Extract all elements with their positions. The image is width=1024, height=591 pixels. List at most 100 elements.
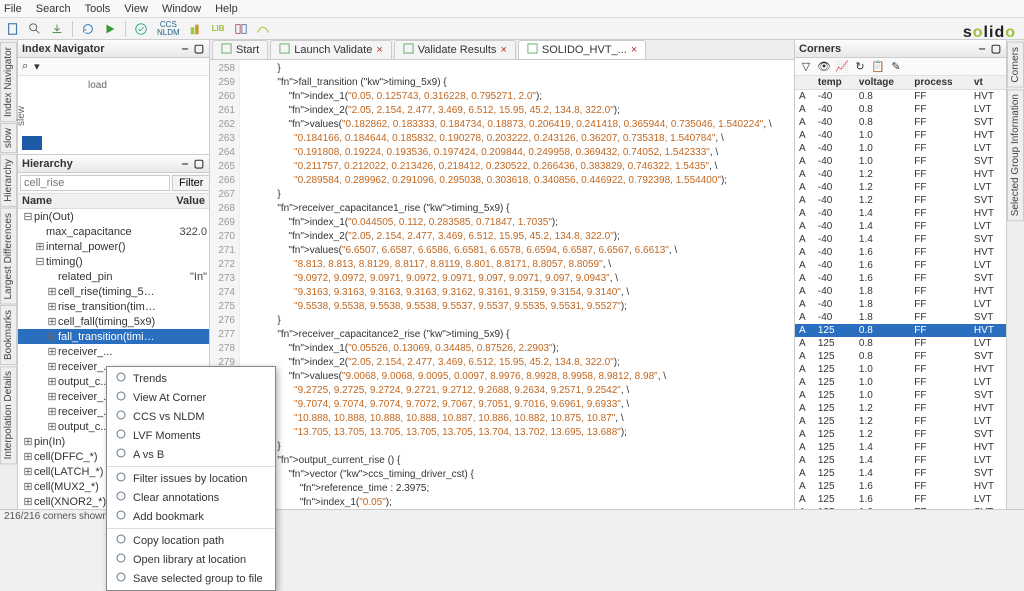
- corner-row[interactable]: A-400.8FFSVT: [795, 116, 1006, 129]
- menu-item-ccs-vs-nldm[interactable]: CCS vs NLDM: [107, 407, 275, 426]
- expand-icon[interactable]: ⊞: [46, 420, 58, 433]
- menu-item-open-library-at-location[interactable]: Open library at location: [107, 550, 275, 569]
- run-validate-icon[interactable]: [132, 20, 150, 38]
- expand-icon[interactable]: ⊞: [46, 360, 58, 373]
- play-icon[interactable]: [101, 20, 119, 38]
- corner-row[interactable]: A1251.4FFLVT: [795, 454, 1006, 467]
- menu-item-trends[interactable]: Trends: [107, 369, 275, 388]
- ccs-nldm-icon[interactable]: CCSNLDM: [154, 20, 183, 38]
- corner-row[interactable]: A-401.6FFSVT: [795, 272, 1006, 285]
- sidetab-largest-differences[interactable]: Largest Differences: [0, 208, 17, 305]
- corner-row[interactable]: A1250.8FFLVT: [795, 337, 1006, 350]
- index-grid[interactable]: load slew: [18, 76, 209, 154]
- corner-row[interactable]: A1251.2FFLVT: [795, 415, 1006, 428]
- zoom-icon[interactable]: ⌕: [22, 60, 28, 73]
- gear-icon[interactable]: ✎: [889, 60, 903, 74]
- corner-row[interactable]: A-401.2FFHVT: [795, 168, 1006, 181]
- corner-row[interactable]: A-401.2FFSVT: [795, 194, 1006, 207]
- close-icon[interactable]: ×: [376, 44, 382, 56]
- minimize-icon[interactable]: ‒: [179, 43, 191, 55]
- expand-icon[interactable]: ⊞: [34, 240, 46, 253]
- menu-item-copy-location-path[interactable]: Copy location path: [107, 531, 275, 550]
- corner-row[interactable]: A1251.6FFHVT: [795, 480, 1006, 493]
- corner-row[interactable]: A-401.8FFHVT: [795, 285, 1006, 298]
- corner-row[interactable]: A1251.0FFHVT: [795, 363, 1006, 376]
- corner-row[interactable]: A1251.2FFHVT: [795, 402, 1006, 415]
- expand-icon[interactable]: ⊞: [46, 285, 58, 298]
- new-icon[interactable]: [4, 20, 22, 38]
- menu-item-a-vs-b[interactable]: A vs B: [107, 445, 275, 464]
- expand-icon[interactable]: ⊞: [46, 330, 58, 343]
- expand-icon[interactable]: ⊞: [46, 315, 58, 328]
- sidetab-corners[interactable]: Corners: [1007, 42, 1024, 88]
- dropdown-icon[interactable]: ▾: [34, 60, 40, 73]
- sidetab-bookmarks[interactable]: Bookmarks: [0, 305, 17, 365]
- expand-icon[interactable]: ⊞: [22, 495, 34, 508]
- col-value[interactable]: Value: [159, 194, 209, 208]
- minimize-icon[interactable]: ‒: [179, 158, 191, 170]
- menu-window[interactable]: Window: [162, 3, 201, 15]
- expand-icon[interactable]: ⊟: [22, 210, 34, 223]
- export-icon[interactable]: [48, 20, 66, 38]
- menu-view[interactable]: View: [124, 3, 148, 15]
- corner-row[interactable]: A1251.2FFSVT: [795, 428, 1006, 441]
- filter-button[interactable]: Filter: [172, 175, 210, 191]
- corner-row[interactable]: A-401.8FFSVT: [795, 311, 1006, 324]
- tree-row[interactable]: ⊞cell_rise(timing_5x9): [18, 284, 209, 299]
- corner-row[interactable]: A-401.6FFLVT: [795, 259, 1006, 272]
- tab-launch-validate[interactable]: Launch Validate×: [270, 40, 392, 59]
- tree-row[interactable]: ⊟pin(Out): [18, 209, 209, 224]
- menu-search[interactable]: Search: [36, 3, 71, 15]
- copy-icon[interactable]: 📋: [871, 60, 885, 74]
- expand-icon[interactable]: ⊞: [22, 435, 34, 448]
- tree-row[interactable]: ⊞rise_transition(timin...: [18, 299, 209, 314]
- col-vt[interactable]: vt: [970, 76, 1006, 90]
- corner-row[interactable]: A-401.0FFHVT: [795, 129, 1006, 142]
- col-process[interactable]: process: [910, 76, 970, 90]
- interp-icon[interactable]: [187, 20, 205, 38]
- col-flag[interactable]: [795, 76, 814, 90]
- col-voltage[interactable]: voltage: [855, 76, 910, 90]
- filter-input[interactable]: [20, 175, 170, 191]
- search-icon[interactable]: [26, 20, 44, 38]
- corner-row[interactable]: A-401.4FFHVT: [795, 207, 1006, 220]
- expand-icon[interactable]: ⊞: [46, 300, 58, 313]
- menu-item-filter-issues-by-location[interactable]: Filter issues by location: [107, 469, 275, 488]
- menu-item-lvf-moments[interactable]: LVF Moments: [107, 426, 275, 445]
- corner-row[interactable]: A-401.8FFLVT: [795, 298, 1006, 311]
- code-content[interactable]: } "fn">fall_transition ("kw">timing_5x9)…: [240, 60, 794, 509]
- menu-file[interactable]: File: [4, 3, 22, 15]
- corner-row[interactable]: A-400.8FFLVT: [795, 103, 1006, 116]
- tree-row[interactable]: ⊞receiver_...: [18, 344, 209, 359]
- corner-row[interactable]: A1251.6FFLVT: [795, 493, 1006, 506]
- corner-row[interactable]: A-401.4FFSVT: [795, 233, 1006, 246]
- tab-solido-hvt-[interactable]: SOLIDO_HVT_...×: [518, 40, 646, 59]
- minimize-icon[interactable]: ‒: [976, 43, 988, 55]
- close-icon[interactable]: ×: [500, 44, 506, 56]
- corner-row[interactable]: A-401.6FFHVT: [795, 246, 1006, 259]
- sidetab-hierarchy[interactable]: Hierarchy: [0, 154, 17, 207]
- eye-icon[interactable]: 👁: [817, 60, 831, 74]
- corners-table[interactable]: tempvoltageprocessvtA-400.8FFHVTA-400.8F…: [795, 76, 1006, 509]
- sidetab-index-navigator[interactable]: Index Navigator: [0, 42, 17, 122]
- expand-icon[interactable]: ⊞: [46, 345, 58, 358]
- corner-row[interactable]: A1251.4FFHVT: [795, 441, 1006, 454]
- refresh-icon[interactable]: ↻: [853, 60, 867, 74]
- expand-icon[interactable]: ⊞: [22, 450, 34, 463]
- compare-ab-icon[interactable]: [232, 20, 250, 38]
- tab-start[interactable]: Start: [212, 40, 268, 59]
- refresh-icon[interactable]: [79, 20, 97, 38]
- tree-row[interactable]: related_pin"In": [18, 269, 209, 284]
- corner-row[interactable]: A-401.2FFLVT: [795, 181, 1006, 194]
- tree-row[interactable]: ⊞internal_power(): [18, 239, 209, 254]
- corner-row[interactable]: A1250.8FFHVT: [795, 324, 1006, 337]
- tree-row[interactable]: ⊞fall_transition(timin...: [18, 329, 209, 344]
- expand-icon[interactable]: ⊞: [22, 465, 34, 478]
- expand-icon[interactable]: ⊞: [46, 375, 58, 388]
- close-icon[interactable]: ▢: [193, 43, 205, 55]
- corner-row[interactable]: A-401.0FFLVT: [795, 142, 1006, 155]
- menu-tools[interactable]: Tools: [85, 3, 111, 15]
- close-icon[interactable]: ×: [631, 44, 637, 56]
- sidetab-slow[interactable]: slow: [0, 123, 17, 153]
- corner-row[interactable]: A-400.8FFHVT: [795, 90, 1006, 103]
